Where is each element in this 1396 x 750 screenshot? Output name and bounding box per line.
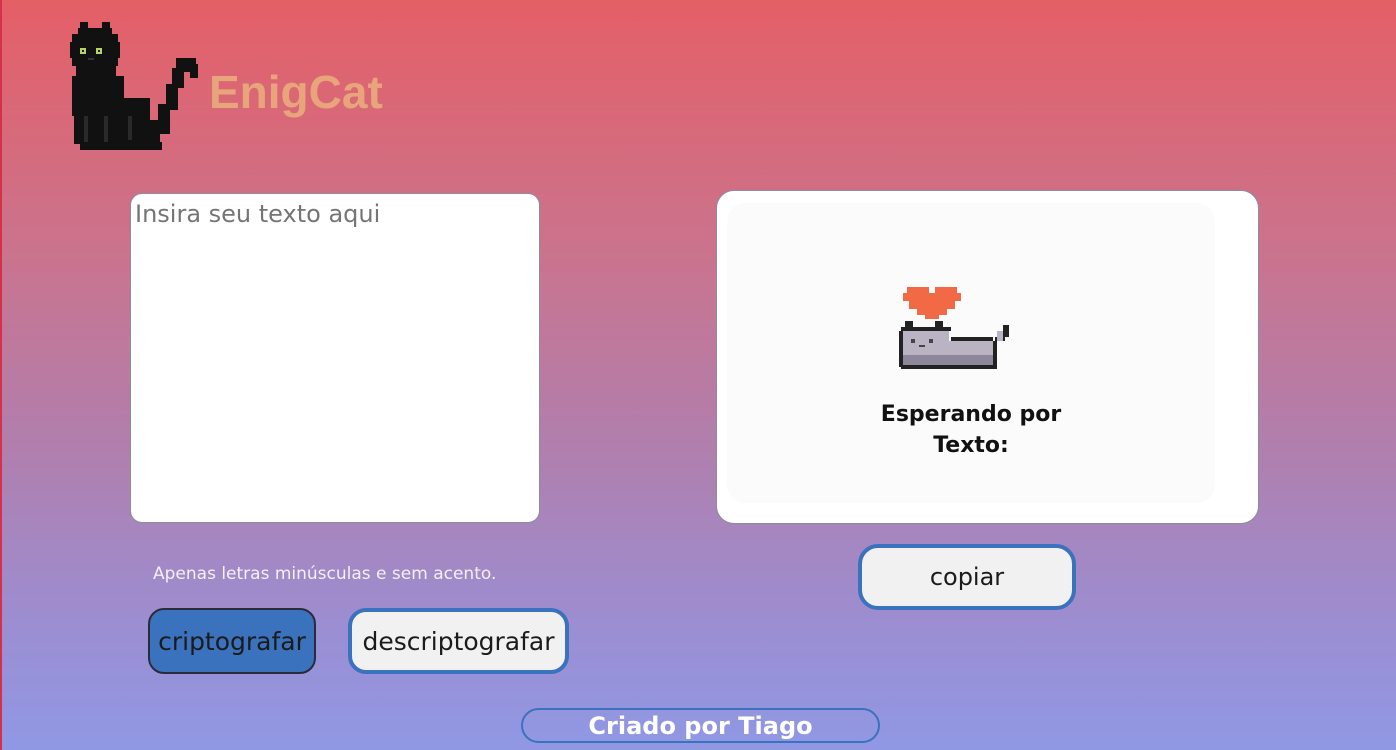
- waiting-line-1: Esperando por: [880, 402, 1062, 427]
- page-edge-accent: [0, 0, 2, 750]
- pixel-black-cat-icon: [70, 22, 198, 150]
- waiting-message: Esperando por Texto:: [801, 399, 1141, 461]
- output-placeholder: Esperando por Texto:: [727, 203, 1215, 503]
- text-input[interactable]: [130, 193, 540, 523]
- waiting-line-2: Texto:: [933, 433, 1009, 458]
- encrypt-button[interactable]: criptografar: [148, 608, 316, 674]
- output-panel: Esperando por Texto:: [716, 190, 1259, 524]
- footer-credit-text: Criado por Tiago: [588, 711, 813, 740]
- decrypt-button[interactable]: descriptografar: [348, 608, 569, 674]
- brand-title: EnigCat: [209, 66, 383, 118]
- pixel-cat-heart-icon: [899, 287, 1009, 369]
- input-hint: Apenas letras minúsculas e sem acento.: [153, 564, 497, 584]
- copy-button[interactable]: copiar: [858, 544, 1076, 610]
- footer-credit: Criado por Tiago: [521, 708, 880, 743]
